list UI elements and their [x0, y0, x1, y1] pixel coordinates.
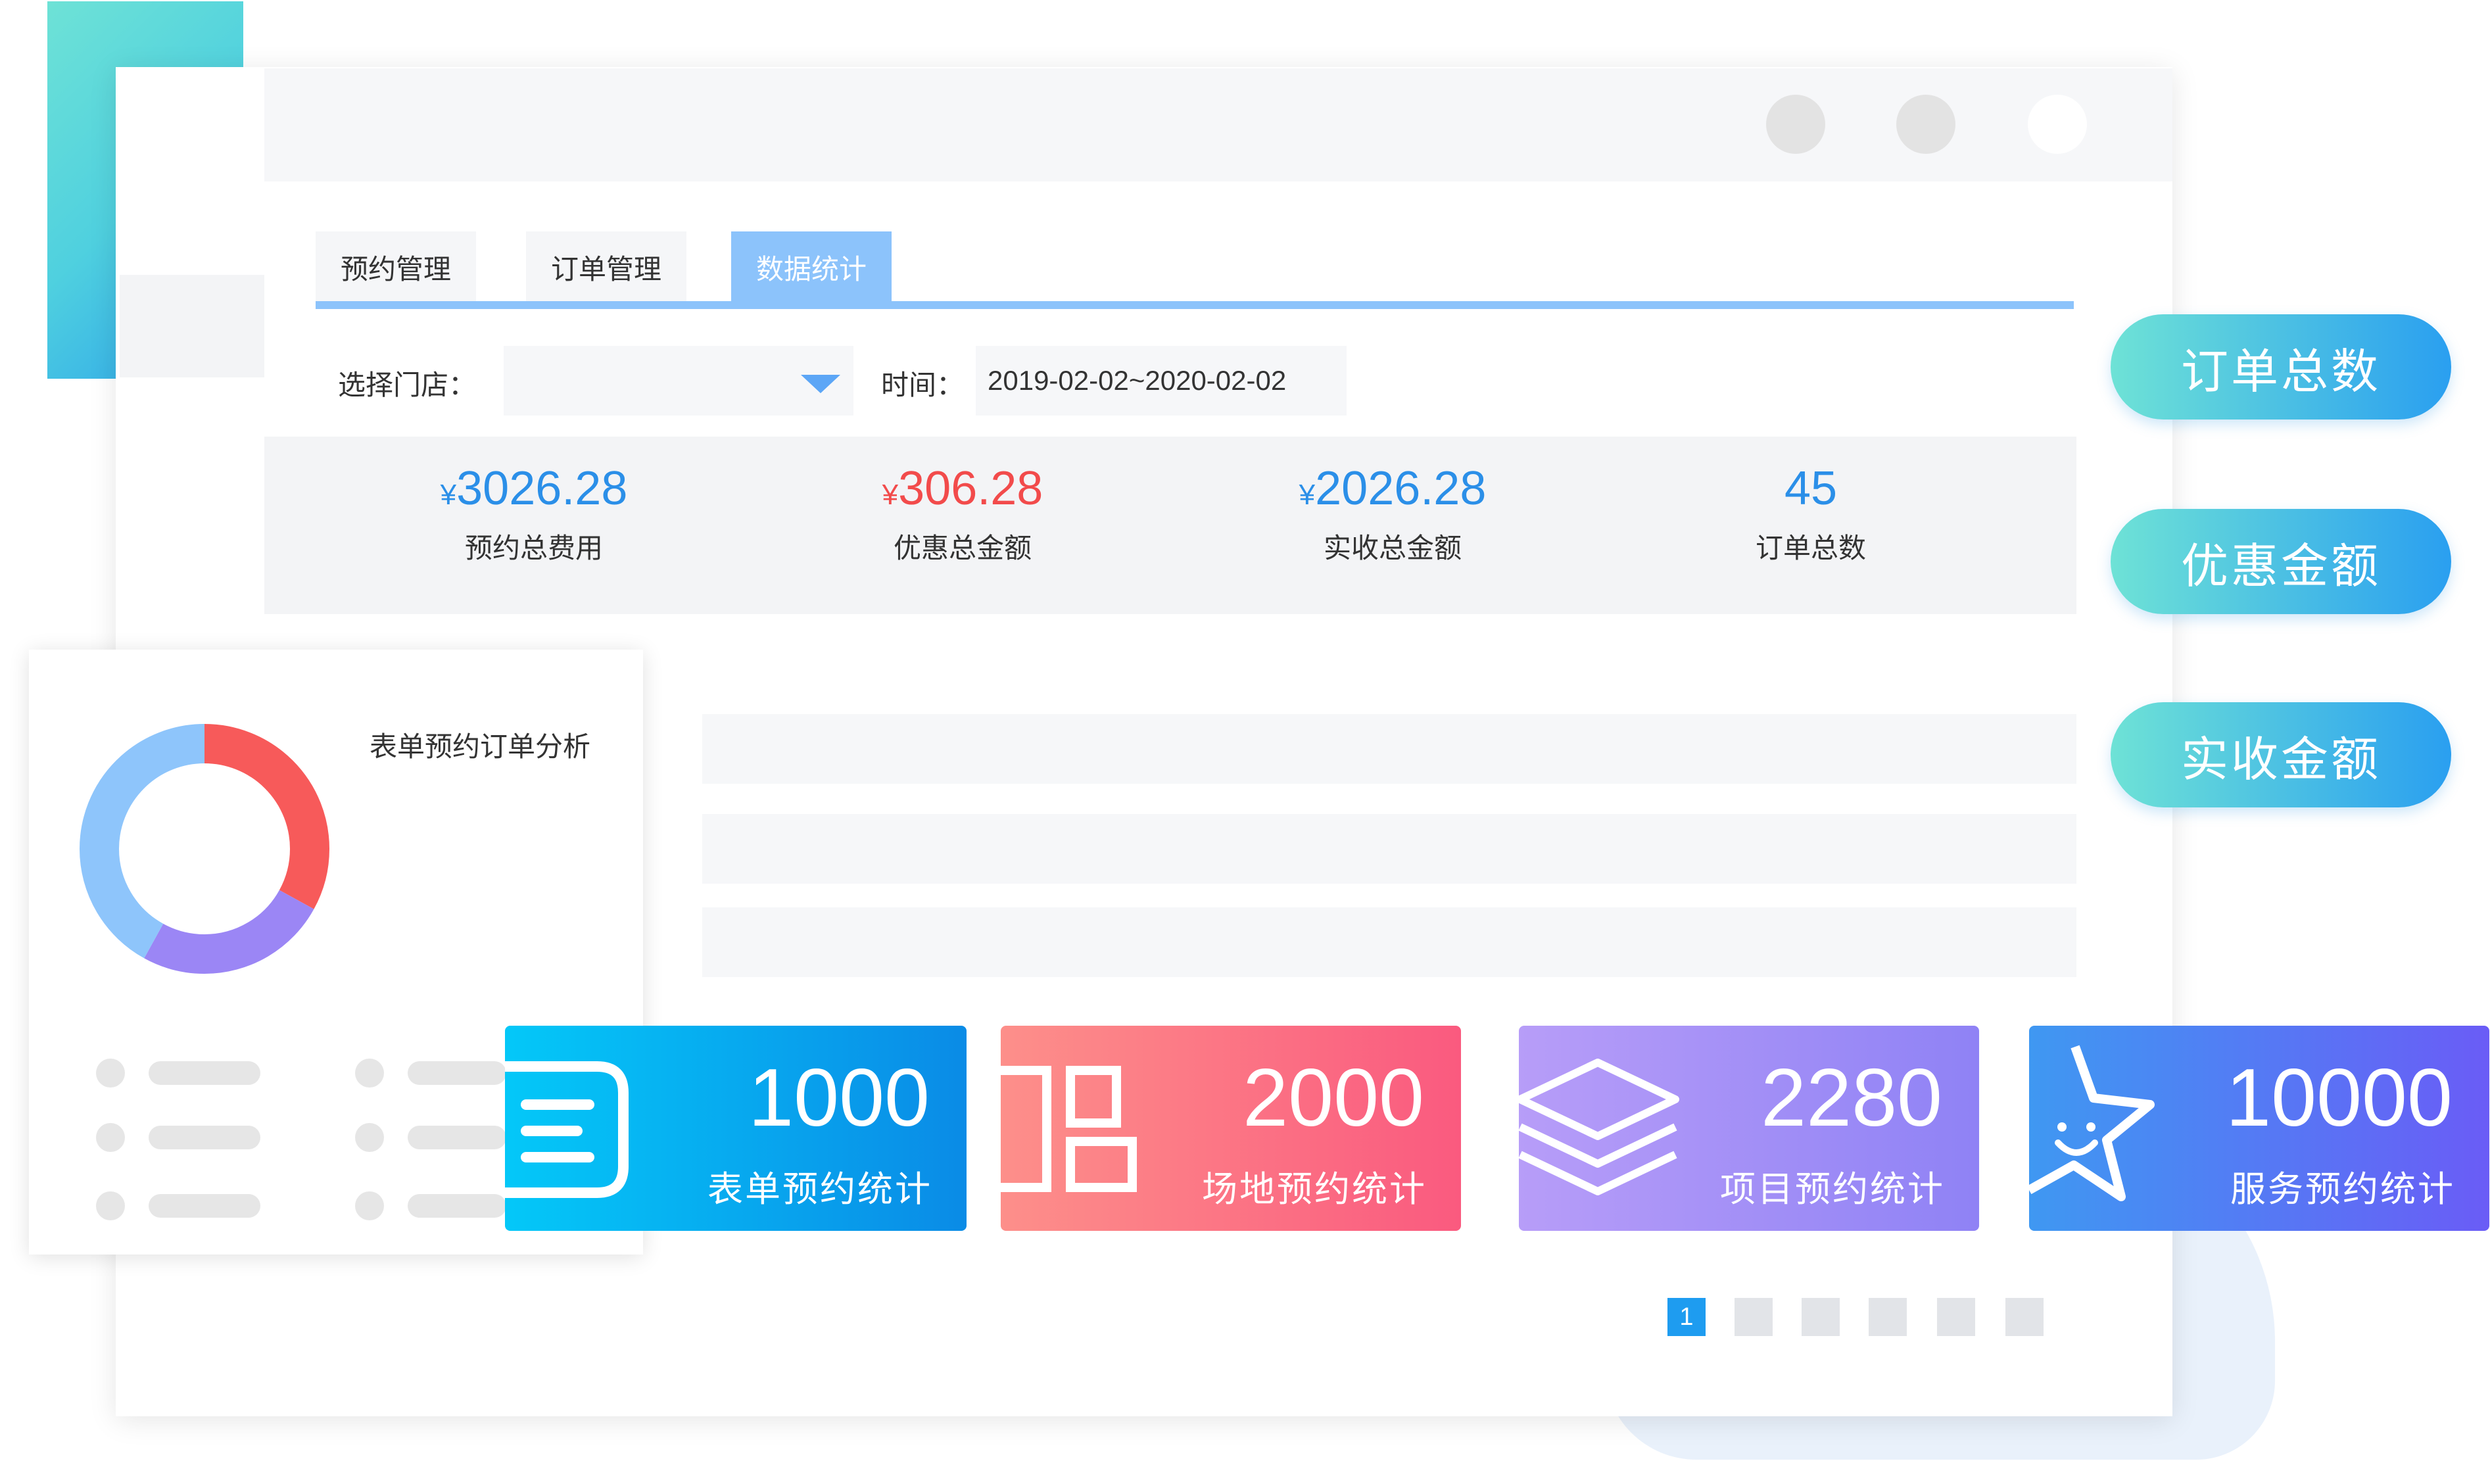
pill-order-total[interactable]: 订单总数	[2111, 314, 2451, 419]
stat-total-discount: ¥306.28 优惠总金额	[805, 460, 1120, 566]
card-number: 2000	[1243, 1053, 1424, 1143]
layers-icon	[1519, 1059, 1679, 1195]
content-placeholder-row	[702, 907, 2076, 977]
stat-value: ¥306.28	[805, 460, 1120, 517]
legend-placeholder-dot	[355, 1191, 384, 1220]
layout-icon	[1001, 1066, 1137, 1192]
legend-placeholder-line	[149, 1194, 260, 1218]
legend-placeholder-dot	[96, 1123, 125, 1152]
donut-slices	[80, 724, 329, 974]
donut-chart	[80, 724, 329, 974]
content-placeholder-row	[702, 714, 2076, 784]
card-service-reservation[interactable]: 10000 服务预约统计	[2029, 1026, 2489, 1231]
stat-value: ¥3026.28	[376, 460, 692, 517]
time-label: 时间：	[881, 370, 965, 400]
page-number: 1	[1679, 1303, 1694, 1331]
legend-placeholder-dot	[96, 1059, 125, 1088]
pagination-page[interactable]	[1735, 1298, 1773, 1336]
form-icon	[505, 1061, 629, 1198]
stat-label: 实收总金额	[1323, 533, 1462, 564]
stat-number: 306.28	[898, 462, 1043, 515]
stat-label: 预约总费用	[464, 533, 603, 564]
pagination-page[interactable]	[1869, 1298, 1907, 1336]
currency-symbol: ¥	[1299, 479, 1316, 511]
pill-label: 优惠金额	[2180, 540, 2381, 593]
date-range-value: 2019-02-02~2020-02-02	[988, 365, 1287, 396]
tab-reservation-management[interactable]: 预约管理	[316, 231, 476, 302]
tab-label: 数据统计	[755, 253, 867, 285]
tab-data-statistics[interactable]: 数据统计	[731, 231, 892, 302]
stat-label: 订单总数	[1755, 533, 1866, 564]
chart-title: 表单预约订单分析	[370, 731, 591, 762]
pill-discount-amount[interactable]: 优惠金额	[2111, 509, 2451, 614]
card-label: 服务预约统计	[2230, 1170, 2455, 1209]
legend-placeholder-dot	[96, 1191, 125, 1220]
tab-order-management[interactable]: 订单管理	[526, 231, 686, 302]
tab-label: 预约管理	[340, 253, 451, 285]
store-select-label: 选择门店：	[338, 370, 477, 400]
legend-placeholder-line	[408, 1194, 506, 1218]
currency-symbol: ¥	[440, 479, 457, 511]
legend-placeholder-line	[408, 1061, 506, 1085]
content-placeholder-row	[702, 814, 2076, 884]
pagination-page[interactable]	[1937, 1298, 1975, 1336]
pagination-page[interactable]	[2005, 1298, 2044, 1336]
card-number: 2280	[1761, 1053, 1942, 1143]
legend-placeholder-dot	[355, 1059, 384, 1088]
card-form-reservation[interactable]: 1000 表单预约统计	[505, 1026, 967, 1231]
pill-received-amount[interactable]: 实收金额	[2111, 702, 2451, 807]
legend-placeholder-line	[408, 1126, 506, 1149]
card-number: 10000	[2226, 1053, 2453, 1143]
stat-order-count: 45 订单总数	[1653, 460, 1969, 566]
card-label: 表单预约统计	[707, 1170, 932, 1209]
card-venue-reservation[interactable]: 2000 场地预约统计	[1001, 1026, 1461, 1231]
legend-placeholder-line	[149, 1061, 260, 1085]
stat-number: 2026.28	[1315, 462, 1487, 515]
card-label: 场地预约统计	[1202, 1170, 1427, 1209]
tab-underline	[316, 301, 2074, 309]
tab-label: 订单管理	[550, 253, 661, 285]
pagination-page-1[interactable]: 1	[1667, 1298, 1706, 1336]
chevron-down-icon[interactable]	[801, 375, 840, 393]
window-control-circle-2[interactable]	[1896, 95, 1955, 154]
stat-total-received: ¥2026.28 实收总金额	[1235, 460, 1550, 566]
card-project-reservation[interactable]: 2280 项目预约统计	[1519, 1026, 1979, 1231]
sidebar-placeholder	[120, 275, 264, 377]
stat-value: 45	[1653, 460, 1969, 517]
currency-symbol: ¥	[882, 479, 899, 511]
stat-total-reservation-fee: ¥3026.28 预约总费用	[376, 460, 692, 566]
pill-label: 实收金额	[2180, 733, 2381, 786]
pagination-page[interactable]	[1802, 1298, 1840, 1336]
window-control-circle-1[interactable]	[1766, 95, 1825, 154]
legend-placeholder-dot	[355, 1123, 384, 1152]
star-icon	[2029, 1045, 2155, 1201]
window-titlebar	[264, 68, 2172, 181]
card-label: 项目预约统计	[1720, 1170, 1945, 1209]
pill-label: 订单总数	[2180, 345, 2381, 398]
window-control-circle-3[interactable]	[2028, 95, 2087, 154]
legend-placeholder-line	[149, 1126, 260, 1149]
stat-value: ¥2026.28	[1235, 460, 1550, 517]
stat-number: 45	[1784, 462, 1838, 515]
date-range-input[interactable]: 2019-02-02~2020-02-02	[976, 346, 1347, 416]
stat-number: 3026.28	[456, 462, 628, 515]
card-number: 1000	[748, 1053, 930, 1143]
stat-label: 优惠总金额	[893, 533, 1032, 564]
